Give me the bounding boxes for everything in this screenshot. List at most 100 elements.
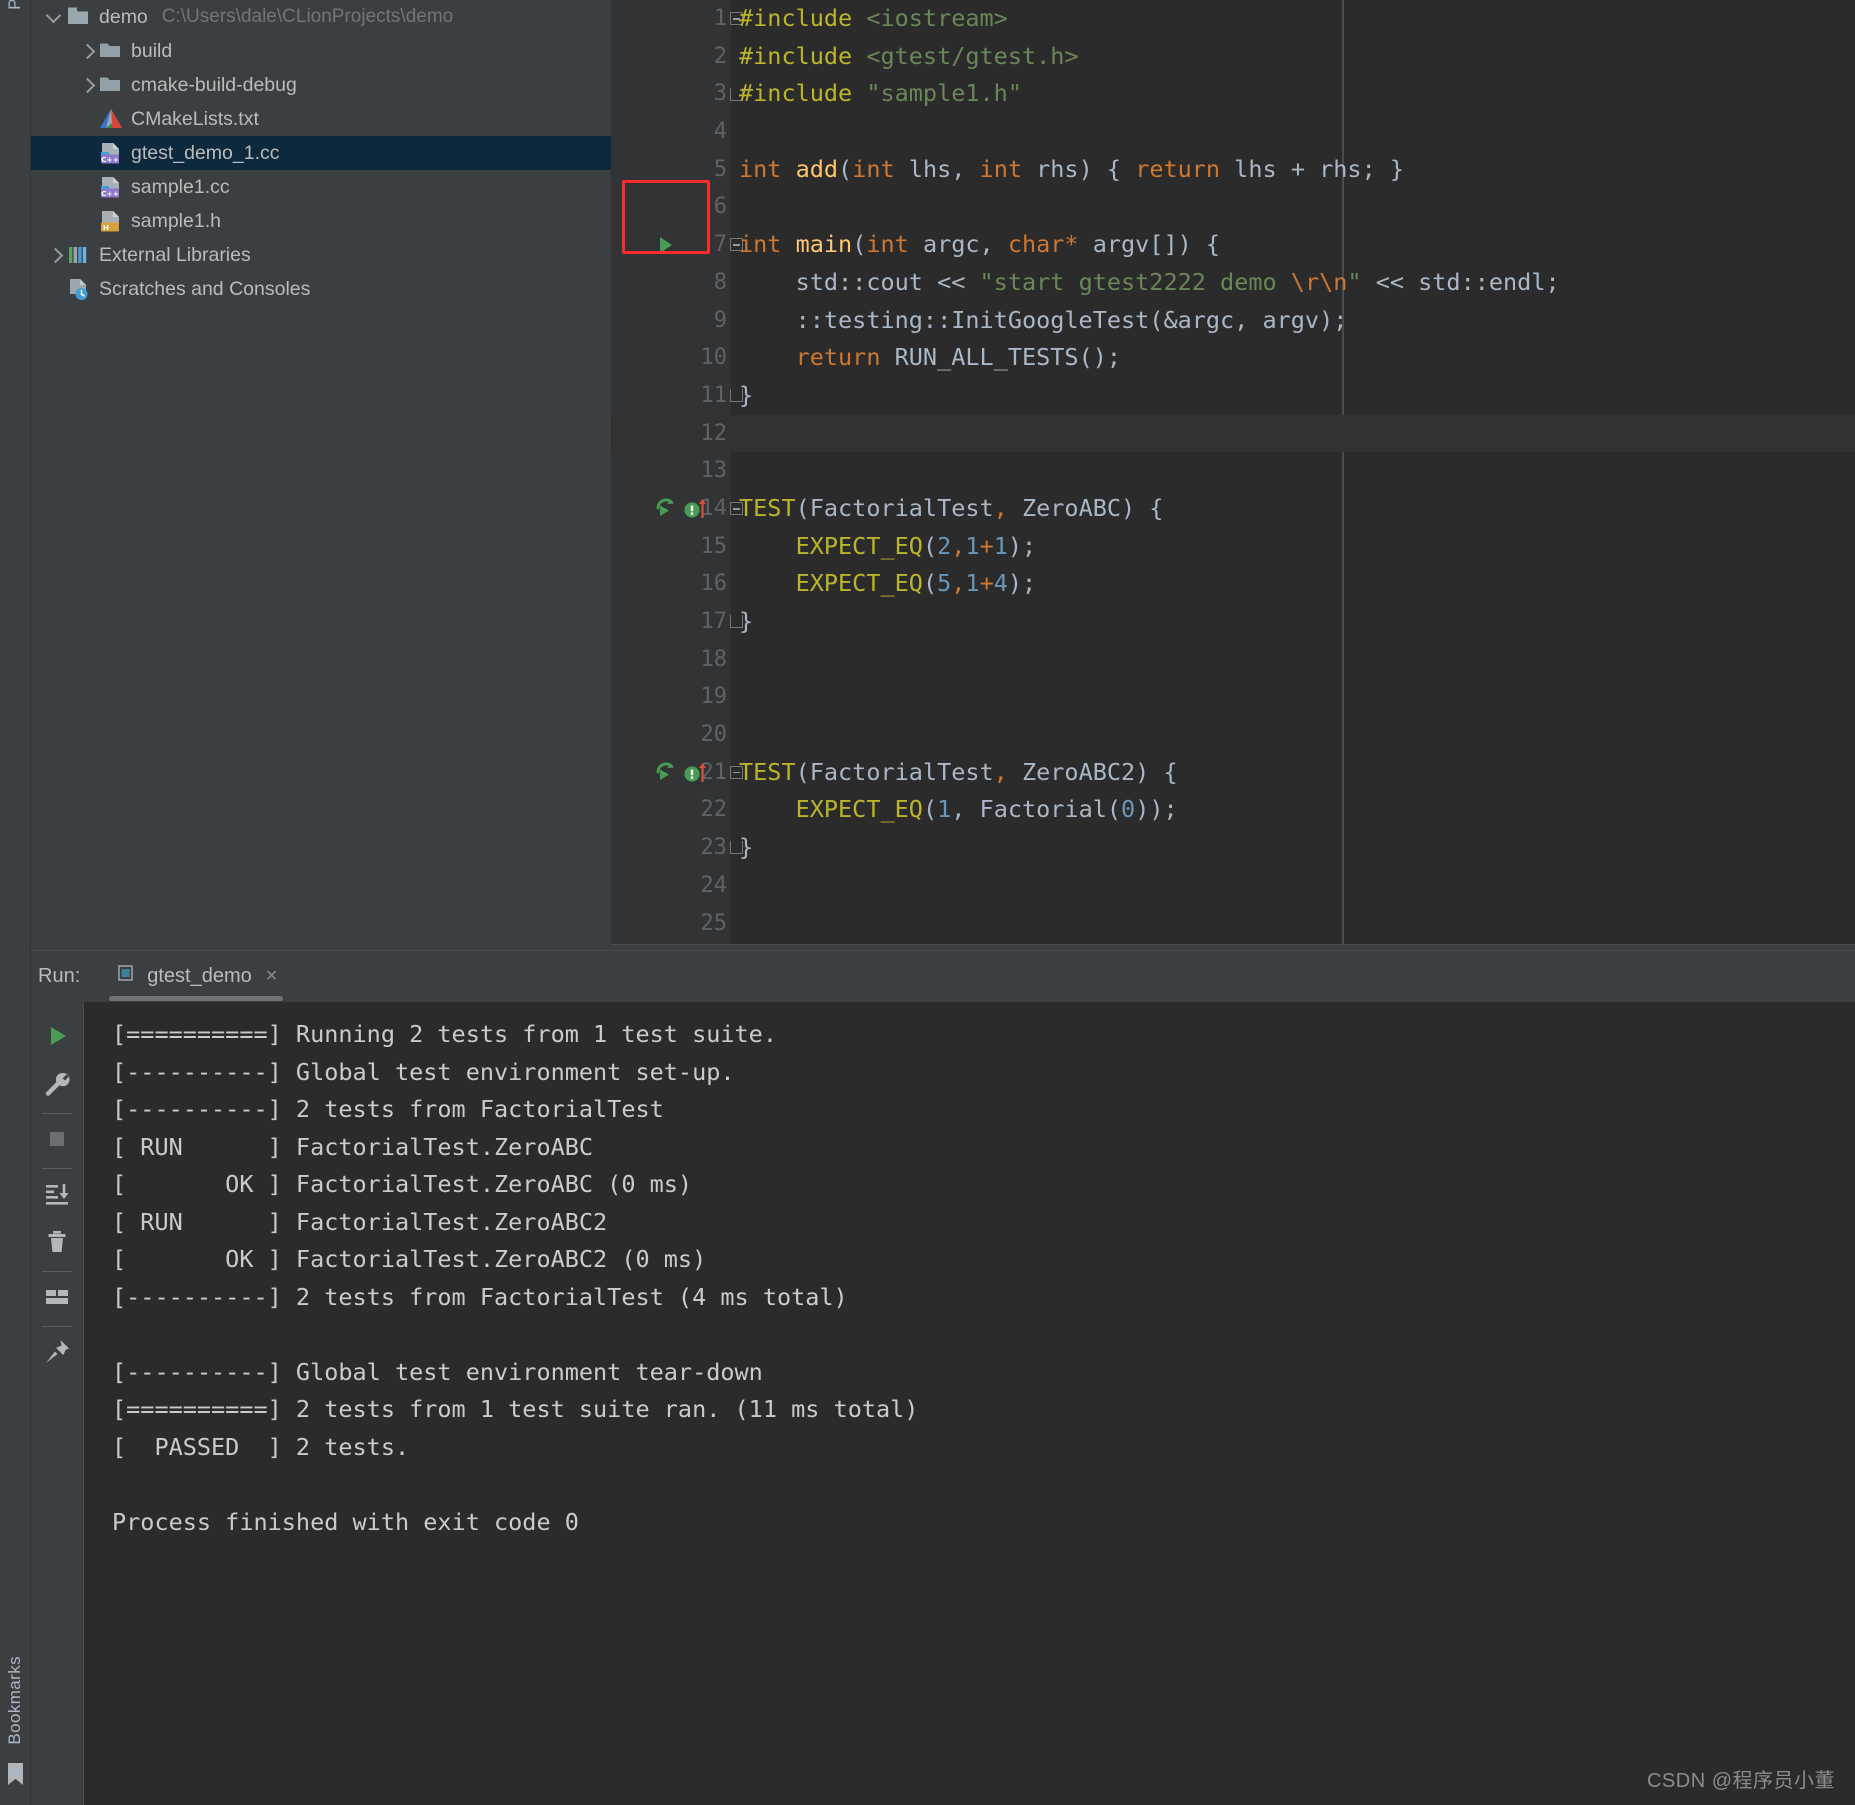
chevron-right-icon[interactable] — [77, 76, 96, 95]
code-line[interactable]: 11} — [611, 377, 1855, 415]
console-line: [==========] Running 2 tests from 1 test… — [112, 1020, 777, 1048]
code-editor[interactable]: 1 #include <iostream> 2 #include <gtest/gte… — [611, 0, 1855, 945]
console-line: Process finished with exit code 0 — [112, 1507, 579, 1536]
tree-item-cmake-build-debug[interactable]: cmake-build-debug — [31, 68, 611, 102]
code-line[interactable]: 24 — [611, 867, 1855, 905]
code-line[interactable]: 13 — [611, 452, 1855, 490]
tree-item-scratches-and-consoles[interactable]: Scratches and Consoles — [31, 272, 611, 306]
code-text: } — [739, 380, 754, 409]
code-line[interactable]: 19 — [611, 678, 1855, 716]
code-line[interactable]: 18 — [611, 641, 1855, 679]
close-icon[interactable]: × — [266, 965, 278, 988]
code-line[interactable]: 7 int main(int argc, char* argv[]) { — [611, 226, 1855, 264]
tree-item-sample1-cc[interactable]: C++ sample1.cc — [31, 170, 611, 204]
bookmark-icon — [8, 1763, 23, 1785]
line-number: 4 — [713, 119, 727, 145]
line-number: 11 — [700, 382, 728, 408]
run-play-icon — [660, 236, 672, 253]
code-line[interactable]: 23} — [611, 829, 1855, 867]
tree-item-sample1-h[interactable]: Hsample1.h — [31, 204, 611, 238]
gutter-icons[interactable] — [653, 754, 715, 792]
pin-tab-button[interactable] — [33, 1330, 81, 1378]
project-tool-window-label[interactable]: Pr — [5, 0, 25, 10]
scroll-to-end-button[interactable] — [33, 1172, 81, 1220]
code-text: EXPECT_EQ(2,1+1); — [795, 531, 1037, 560]
code-line[interactable]: 2 #include <gtest/gtest.h> — [611, 38, 1855, 76]
test-passed-icon — [684, 762, 706, 782]
watermark: CSDN @程序员小董 — [1646, 1770, 1835, 1792]
console-line: [ RUN ] FactorialTest.ZeroABC2 — [112, 1207, 608, 1236]
code-text: } — [739, 607, 754, 635]
toolbar-separator — [42, 1271, 72, 1272]
tree-item-label: demo — [99, 5, 148, 28]
code-line[interactable]: 12 — [611, 414, 1855, 453]
chevron-right-icon[interactable] — [77, 42, 96, 61]
tree-item-label: sample1.cc — [131, 175, 230, 198]
toolbar-separator — [42, 1168, 72, 1169]
chevron-right-icon[interactable] — [45, 246, 64, 265]
tree-item-gtest-demo-1-cc[interactable]: C++ gtest_demo_1.cc — [31, 136, 611, 170]
bookmarks-tool-window-label[interactable]: Bookmarks — [5, 1656, 25, 1745]
folder-module-icon — [66, 5, 92, 29]
code-line[interactable]: 9 ::testing::InitGoogleTest(&argc, argv)… — [611, 302, 1855, 340]
code-line[interactable]: 10 return RUN_ALL_TESTS(); — [611, 339, 1855, 377]
code-text: ::testing::InitGoogleTest(&argc, argv); — [739, 305, 1348, 334]
tree-item-external-libraries[interactable]: External Libraries — [31, 238, 611, 272]
code-line[interactable]: 21 TEST(FactorialTest, ZeroABC2) { — [611, 754, 1855, 792]
code-line[interactable]: 4 — [611, 113, 1855, 151]
tree-item-label: External Libraries — [99, 243, 251, 266]
run-tab-gtest-demo[interactable]: gtest_demo × — [105, 951, 287, 1003]
soft-wrap-icon — [42, 1282, 72, 1317]
console-line: [==========] 2 tests from 1 test suite r… — [112, 1395, 919, 1423]
code-line[interactable]: 25 — [611, 905, 1855, 943]
code-line[interactable]: 6 — [611, 188, 1855, 226]
console-toolbar — [31, 1002, 83, 1805]
chevron-down-icon[interactable] — [45, 8, 64, 27]
code-text: return RUN_ALL_TESTS(); — [795, 343, 1122, 372]
trash-button[interactable] — [33, 1220, 81, 1268]
tree-item-build[interactable]: build — [31, 34, 611, 68]
project-tree-panel: demo C:\Users\dale\CLionProjects\demo buil… — [31, 0, 611, 950]
line-number: 8 — [713, 269, 727, 295]
run-config-icon — [115, 963, 137, 990]
stop-button[interactable] — [33, 1117, 81, 1165]
console-line: [ PASSED ] 2 tests. — [112, 1432, 410, 1461]
code-text: #include <iostream> — [739, 4, 1008, 32]
line-number: 18 — [700, 646, 728, 672]
rerun-play-button[interactable] — [33, 1014, 81, 1062]
toolbar-separator — [42, 1326, 72, 1327]
wrench-settings-button[interactable] — [33, 1062, 81, 1110]
code-line[interactable]: 20 — [611, 716, 1855, 754]
code-text: EXPECT_EQ(5,1+4); — [795, 569, 1037, 598]
code-line[interactable]: 17} — [611, 603, 1855, 641]
console-line: [----------] Global test environment set… — [112, 1057, 735, 1086]
code-line[interactable]: 15 EXPECT_EQ(2,1+1); — [611, 528, 1855, 566]
tree-item-label: Scratches and Consoles — [99, 277, 311, 300]
folder-icon — [98, 39, 124, 63]
run-label: Run: — [38, 965, 81, 987]
wrench-settings-icon — [42, 1069, 72, 1104]
tree-item-cmakelists-txt[interactable]: CMakeLists.txt — [31, 102, 611, 136]
tree-item-demo[interactable]: demo C:\Users\dale\CLionProjects\demo — [31, 0, 611, 34]
pin-tab-icon — [42, 1337, 72, 1372]
code-text: EXPECT_EQ(1, Factorial(0)); — [795, 795, 1178, 824]
console-line: [----------] 2 tests from FactorialTest — [112, 1095, 664, 1123]
code-line[interactable]: 1 #include <iostream> — [611, 0, 1855, 38]
gutter-icons[interactable] — [653, 490, 715, 528]
console-output[interactable]: [==========] Running 2 tests from 1 test… — [83, 1002, 1855, 1805]
gutter-icons[interactable] — [653, 226, 715, 264]
soft-wrap-button[interactable] — [33, 1275, 81, 1323]
code-line[interactable]: 8 std::cout << "start gtest2222 demo \r\… — [611, 264, 1855, 302]
code-line[interactable]: 5 int add(int lhs, int rhs) { return lhs … — [611, 151, 1855, 189]
console-line: [ OK ] FactorialTest.ZeroABC (0 ms) — [112, 1170, 693, 1198]
code-line[interactable]: 22 EXPECT_EQ(1, Factorial(0)); — [611, 791, 1855, 829]
code-line[interactable]: 3 #include "sample1.h" — [611, 75, 1855, 113]
line-number: 9 — [713, 307, 727, 333]
line-number: 6 — [713, 194, 727, 220]
line-number: 15 — [700, 533, 728, 559]
tree-item-label: sample1.h — [131, 209, 221, 232]
code-line[interactable]: 14 TEST(FactorialTest, ZeroABC) { — [611, 490, 1855, 528]
line-number: 12 — [700, 420, 728, 446]
line-number: 3 — [713, 81, 727, 107]
code-line[interactable]: 16 EXPECT_EQ(5,1+4); — [611, 565, 1855, 603]
